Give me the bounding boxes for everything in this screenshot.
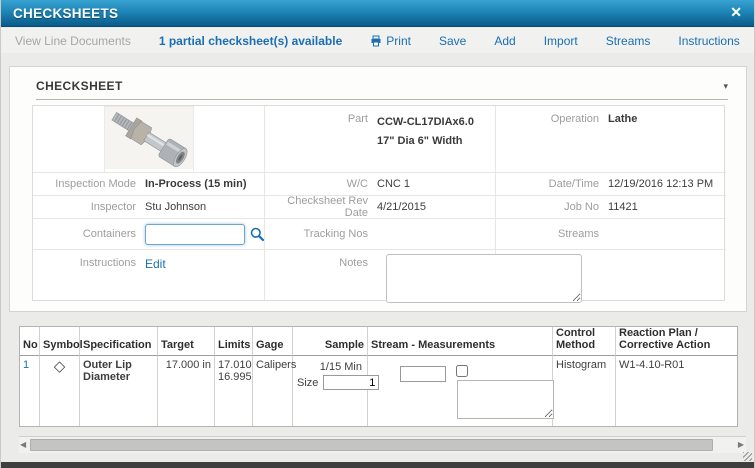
panel-title: CHECKSHEET [36, 79, 123, 93]
wc-label: W/C [265, 178, 377, 190]
print-label: Print [386, 34, 411, 48]
inspector-value: Stu Johnson [145, 201, 206, 213]
notes-textarea[interactable] [386, 254, 582, 303]
part-cell: Part CCW-CL17DIAx6.0 17" Dia 6" Width [264, 106, 495, 172]
header-sample: Sample [293, 327, 368, 356]
part-image-cell [33, 106, 264, 172]
containers-input[interactable] [145, 224, 245, 245]
inspection-mode-cell: Inspection Mode In-Process (15 min) [33, 172, 264, 195]
streams-button[interactable]: Streams [606, 34, 651, 48]
job-no-cell: Job No 11421 [495, 195, 726, 218]
row-specification-cell: Outer Lip Diameter [80, 356, 158, 426]
row-no-cell: 1 [20, 356, 40, 426]
containers-label: Containers [33, 228, 145, 240]
wc-value: CNC 1 [377, 178, 410, 190]
limit-lower: 16.995 [218, 371, 249, 383]
sample-size-label: Size [297, 377, 318, 389]
view-line-documents-button[interactable]: View Line Documents [15, 34, 131, 48]
row-stream-measurements-cell [368, 356, 553, 426]
row-symbol-cell: ◇ [40, 356, 80, 426]
panel-header: CHECKSHEET ▾ [36, 79, 728, 100]
inspector-label: Inspector [33, 201, 145, 213]
title-bar: CHECKSHEETS ✕ [1, 0, 754, 27]
print-button[interactable]: Print [370, 34, 411, 48]
inspector-cell: Inspector Stu Johnson [33, 195, 264, 218]
diamond-symbol-icon: ◇ [54, 358, 66, 375]
job-no-label: Job No [496, 201, 608, 213]
measurement-checkbox[interactable] [456, 365, 468, 377]
scrollbar-thumb[interactable] [30, 439, 713, 451]
header-gage: Gage [253, 327, 293, 356]
part-number: CCW-CL17DIAx6.0 [377, 113, 474, 132]
import-button[interactable]: Import [544, 34, 578, 48]
row-gage-cell: Calipers [253, 356, 293, 426]
rev-date-cell: Checksheet Rev Date 4/21/2015 [264, 195, 495, 218]
partial-checksheets-link[interactable]: 1 partial checksheet(s) available [159, 34, 342, 48]
row-number-link[interactable]: 1 [23, 359, 29, 371]
notes-cell: Notes [264, 249, 495, 300]
panel-collapse-icon[interactable]: ▾ [723, 81, 728, 92]
instructions-label: Instructions [33, 257, 145, 269]
job-no-value: 11421 [608, 201, 638, 213]
sample-frequency: 1/15 Min [296, 359, 364, 373]
header-target: Target [158, 327, 215, 356]
checksheet-panel: CHECKSHEET ▾ [9, 66, 747, 312]
tracking-label: Tracking Nos [265, 228, 377, 240]
instructions-button[interactable]: Instructions [678, 34, 739, 48]
instructions-cell: Instructions Edit [33, 249, 264, 300]
window-title: CHECKSHEETS [1, 6, 118, 21]
header-symbol: Symbol [40, 327, 80, 356]
checksheet-table: No Symbol Specification Target Limits Ga… [19, 326, 738, 427]
add-button[interactable]: Add [494, 34, 515, 48]
search-icon[interactable] [249, 226, 265, 242]
save-button[interactable]: Save [439, 34, 466, 48]
row-target-cell: 17.000 in [158, 356, 215, 426]
datetime-cell: Date/Time 12/19/2016 12:13 PM [495, 172, 726, 195]
part-photo [104, 106, 194, 173]
part-value: CCW-CL17DIAx6.0 17" Dia 6" Width [377, 113, 474, 152]
toolbar: View Line Documents 1 partial checksheet… [1, 28, 754, 53]
row-limits-cell: 17.010 16.995 [215, 356, 253, 426]
scroll-left-icon[interactable]: ◀ [20, 440, 26, 450]
row-control-method-cell: Histogram [553, 356, 616, 426]
datetime-value: 12/19/2016 12:13 PM [608, 178, 713, 190]
datetime-label: Date/Time [496, 178, 608, 190]
inspection-mode-label: Inspection Mode [33, 178, 145, 190]
scroll-right-icon[interactable]: ▶ [738, 440, 744, 450]
horizontal-scrollbar[interactable]: ◀ ▶ [19, 436, 746, 453]
header-limits: Limits [215, 327, 253, 356]
rev-date-label: Checksheet Rev Date [265, 195, 377, 219]
operation-cell: Operation Lathe [495, 106, 726, 172]
window-bottom-edge [1, 462, 754, 468]
notes-label: Notes [265, 257, 377, 269]
operation-label: Operation [496, 113, 608, 125]
instructions-edit-link[interactable]: Edit [145, 257, 166, 271]
header-specification: Specification [80, 327, 158, 356]
header-stream-measurements: Stream - Measurements [368, 327, 553, 356]
operation-value: Lathe [608, 113, 637, 125]
close-icon[interactable]: ✕ [730, 4, 742, 21]
wc-cell: W/C CNC 1 [264, 172, 495, 195]
header-reaction-plan: Reaction Plan / Corrective Action [616, 327, 737, 356]
measurement-input[interactable] [400, 366, 446, 382]
streams-cell: Streams [495, 218, 726, 249]
header-no: No [20, 327, 40, 356]
checksheets-window: CHECKSHEETS ✕ View Line Documents 1 part… [0, 0, 755, 468]
rev-date-value: 4/21/2015 [377, 201, 426, 213]
limit-upper: 17.010 [218, 359, 249, 371]
print-icon [370, 35, 382, 47]
part-description: 17" Dia 6" Width [377, 132, 474, 151]
tracking-cell: Tracking Nos [264, 218, 495, 249]
header-control-method: Control Method [553, 327, 616, 356]
inspection-mode-value: In-Process (15 min) [145, 178, 246, 190]
measurement-notes-textarea[interactable] [457, 380, 554, 419]
containers-cell: Containers [33, 218, 264, 249]
part-label: Part [265, 113, 377, 125]
row-reaction-plan-cell: W1-4.10-R01 [616, 356, 737, 426]
streams-label: Streams [496, 228, 608, 240]
row-sample-cell: 1/15 Min Size [293, 356, 368, 426]
checksheet-form: Part CCW-CL17DIAx6.0 17" Dia 6" Width Op… [32, 105, 725, 301]
resize-grip-icon[interactable] [743, 452, 752, 461]
